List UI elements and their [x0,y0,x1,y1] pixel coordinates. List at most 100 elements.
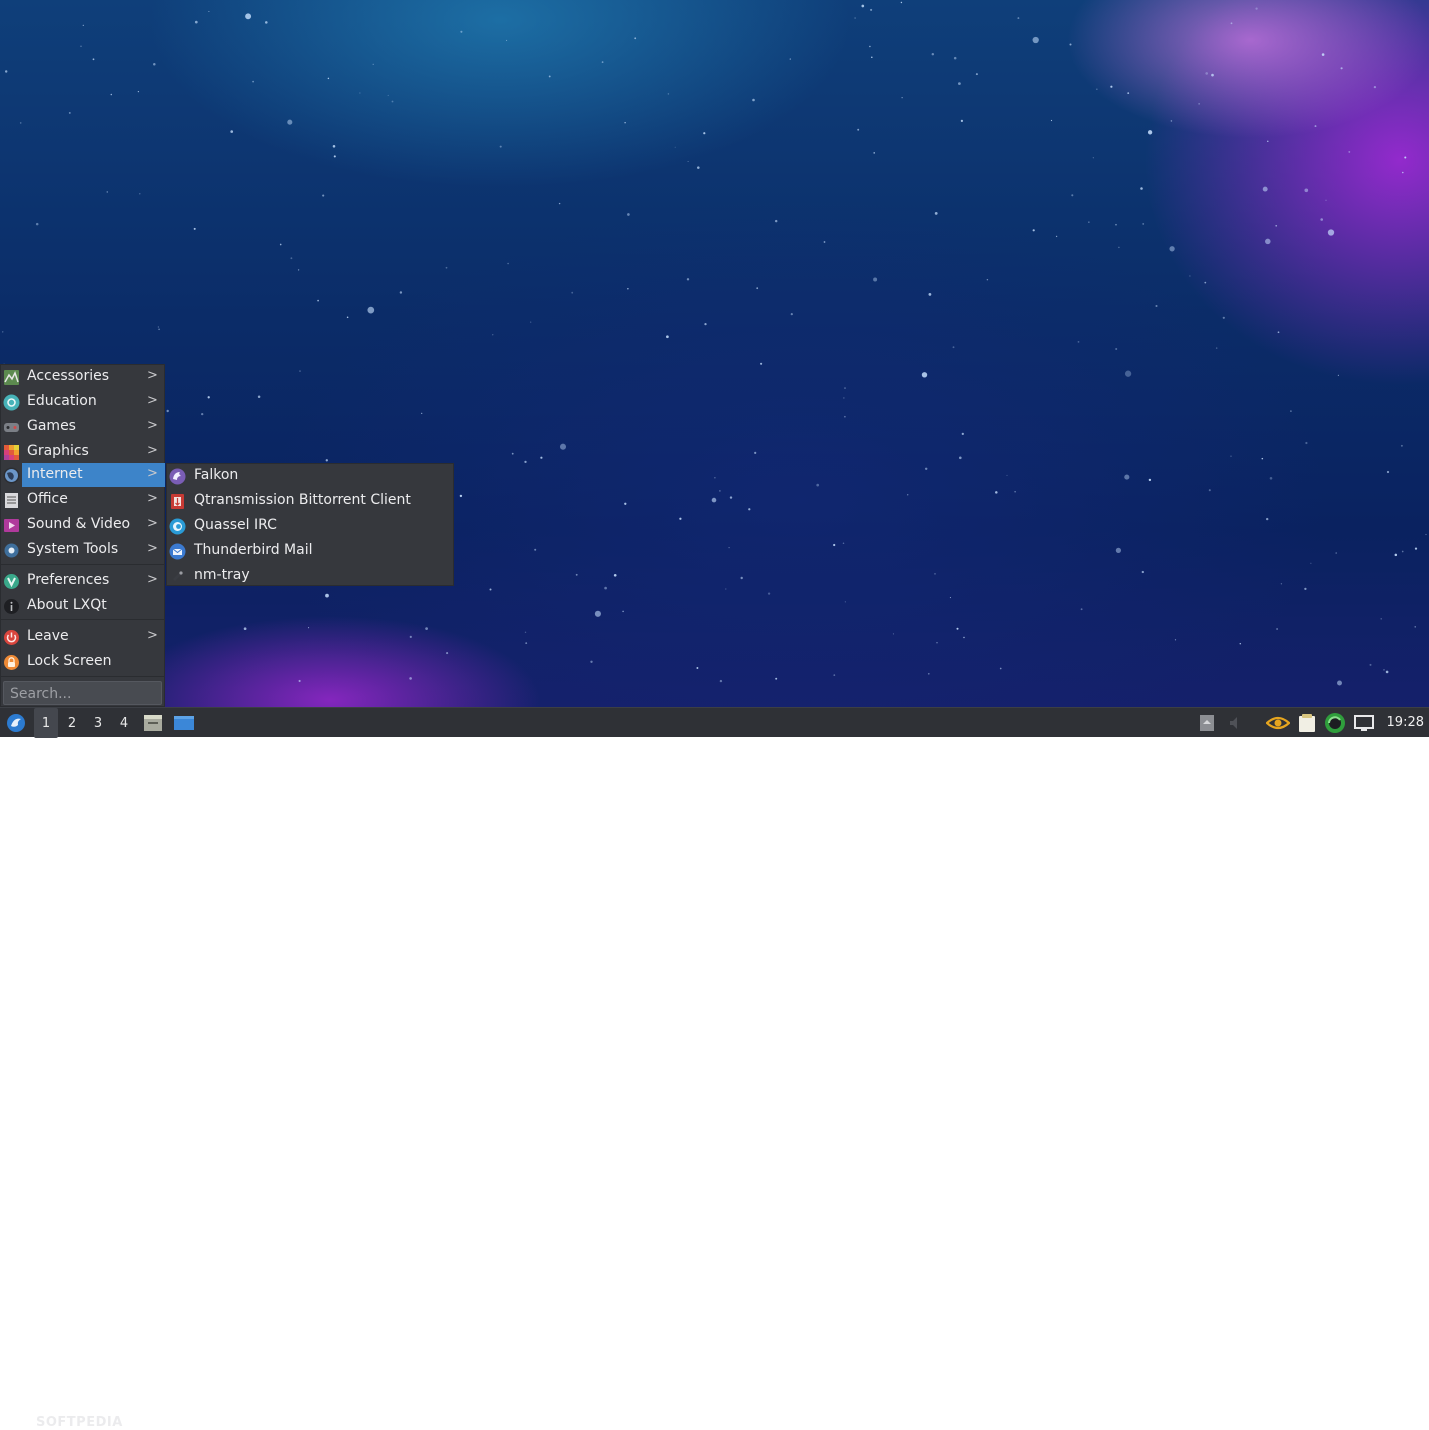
submenu-item-quassel-irc[interactable]: Quassel IRC [167,514,453,538]
star [634,37,637,40]
tray-clipboard[interactable] [1197,708,1217,738]
chevron-right-icon: > [147,628,158,643]
star [297,269,300,271]
show-desktop-button[interactable] [142,708,164,738]
submenu-item-falkon[interactable]: Falkon [167,464,453,488]
menu-separator [1,676,165,677]
tray-update[interactable] [1323,708,1347,738]
star [571,291,574,294]
submenu-item-thunderbird[interactable]: Thunderbird Mail [167,539,453,563]
desktop-switch-1[interactable]: 1 [34,708,58,738]
star [1147,130,1153,135]
star [1277,331,1280,334]
star [507,262,509,265]
star [1305,441,1308,445]
star [1414,626,1416,628]
desktop-switch-4[interactable]: 4 [112,708,136,738]
star [924,467,928,471]
clock[interactable]: 19:28 [1387,708,1424,738]
menu-item-games[interactable]: Games > [1,415,165,439]
star [1425,533,1427,536]
menu-item-education[interactable]: Education > [1,390,165,414]
star [704,322,707,326]
star [1032,229,1035,232]
star [873,277,878,282]
notes-icon [1299,714,1315,732]
star [92,58,95,61]
star [1222,316,1225,319]
submenu-item-label: Falkon [194,467,239,483]
menu-item-internet[interactable]: Internet > [22,463,165,487]
tray-eye[interactable] [1265,708,1291,738]
chevron-right-icon: > [147,516,158,531]
menu-item-lock-screen[interactable]: Lock Screen [1,650,165,674]
tray-display[interactable] [1352,708,1376,738]
star [624,502,627,505]
desktop-switch-3[interactable]: 3 [86,708,110,738]
menu-item-about-lxqt[interactable]: About LXQt [1,594,165,618]
star [666,335,669,339]
chevron-right-icon: > [147,443,158,458]
star [1017,17,1020,20]
star [1006,474,1008,476]
menu-item-preferences[interactable]: Preferences > [1,569,165,593]
star [1369,663,1372,666]
star [1337,680,1342,686]
qtransmission-icon [171,494,184,509]
star [332,145,336,148]
star [823,241,826,243]
update-icon [1325,713,1345,733]
tray-volume[interactable] [1227,708,1247,738]
star [1050,119,1053,122]
menu-item-graphics[interactable]: Graphics > [1,440,165,464]
menu-search-input[interactable] [3,681,162,705]
menu-item-system-tools[interactable]: System Tools > [1,538,165,562]
submenu-item-qtransmission[interactable]: Qtransmission Bittorrent Client [167,489,453,513]
star [921,372,928,378]
tray-notes[interactable] [1295,708,1319,738]
star [166,409,169,413]
star [958,82,961,85]
power-icon [4,630,19,645]
star [1208,489,1211,492]
chevron-right-icon: > [147,393,158,408]
star [4,70,8,73]
submenu-item-nm-tray[interactable]: nm-tray [167,564,453,588]
star [346,316,349,319]
star [1401,550,1404,553]
menu-separator [1,619,165,620]
star [230,130,234,133]
star [1304,587,1307,591]
star [1275,224,1278,227]
star [1255,7,1258,10]
star [861,4,865,8]
star [1383,669,1385,671]
star [928,293,932,296]
star [1174,639,1177,641]
star [1124,474,1130,480]
star [931,52,935,56]
menu-item-office[interactable]: Office > [1,488,165,512]
star [949,597,951,599]
menu-item-label: About LXQt [27,597,107,613]
star [327,77,330,80]
star [756,287,759,290]
star [1096,88,1098,90]
star [489,588,492,591]
menu-item-leave[interactable]: Leave > [1,625,165,649]
chevron-right-icon: > [147,572,158,587]
star [391,100,394,103]
start-menu-button[interactable] [3,708,29,738]
star [754,451,757,454]
games-icon [4,423,19,432]
quassel-icon [169,518,186,535]
star [604,586,607,590]
menu-item-accessories[interactable]: Accessories > [1,365,165,389]
star [80,45,82,47]
desktop-switch-2[interactable]: 2 [60,708,84,738]
quicklaunch-desktop-button[interactable] [171,708,197,738]
menu-item-sound-video[interactable]: Sound & Video > [1,513,165,537]
star [613,573,617,577]
star [686,278,690,281]
star [963,636,965,639]
